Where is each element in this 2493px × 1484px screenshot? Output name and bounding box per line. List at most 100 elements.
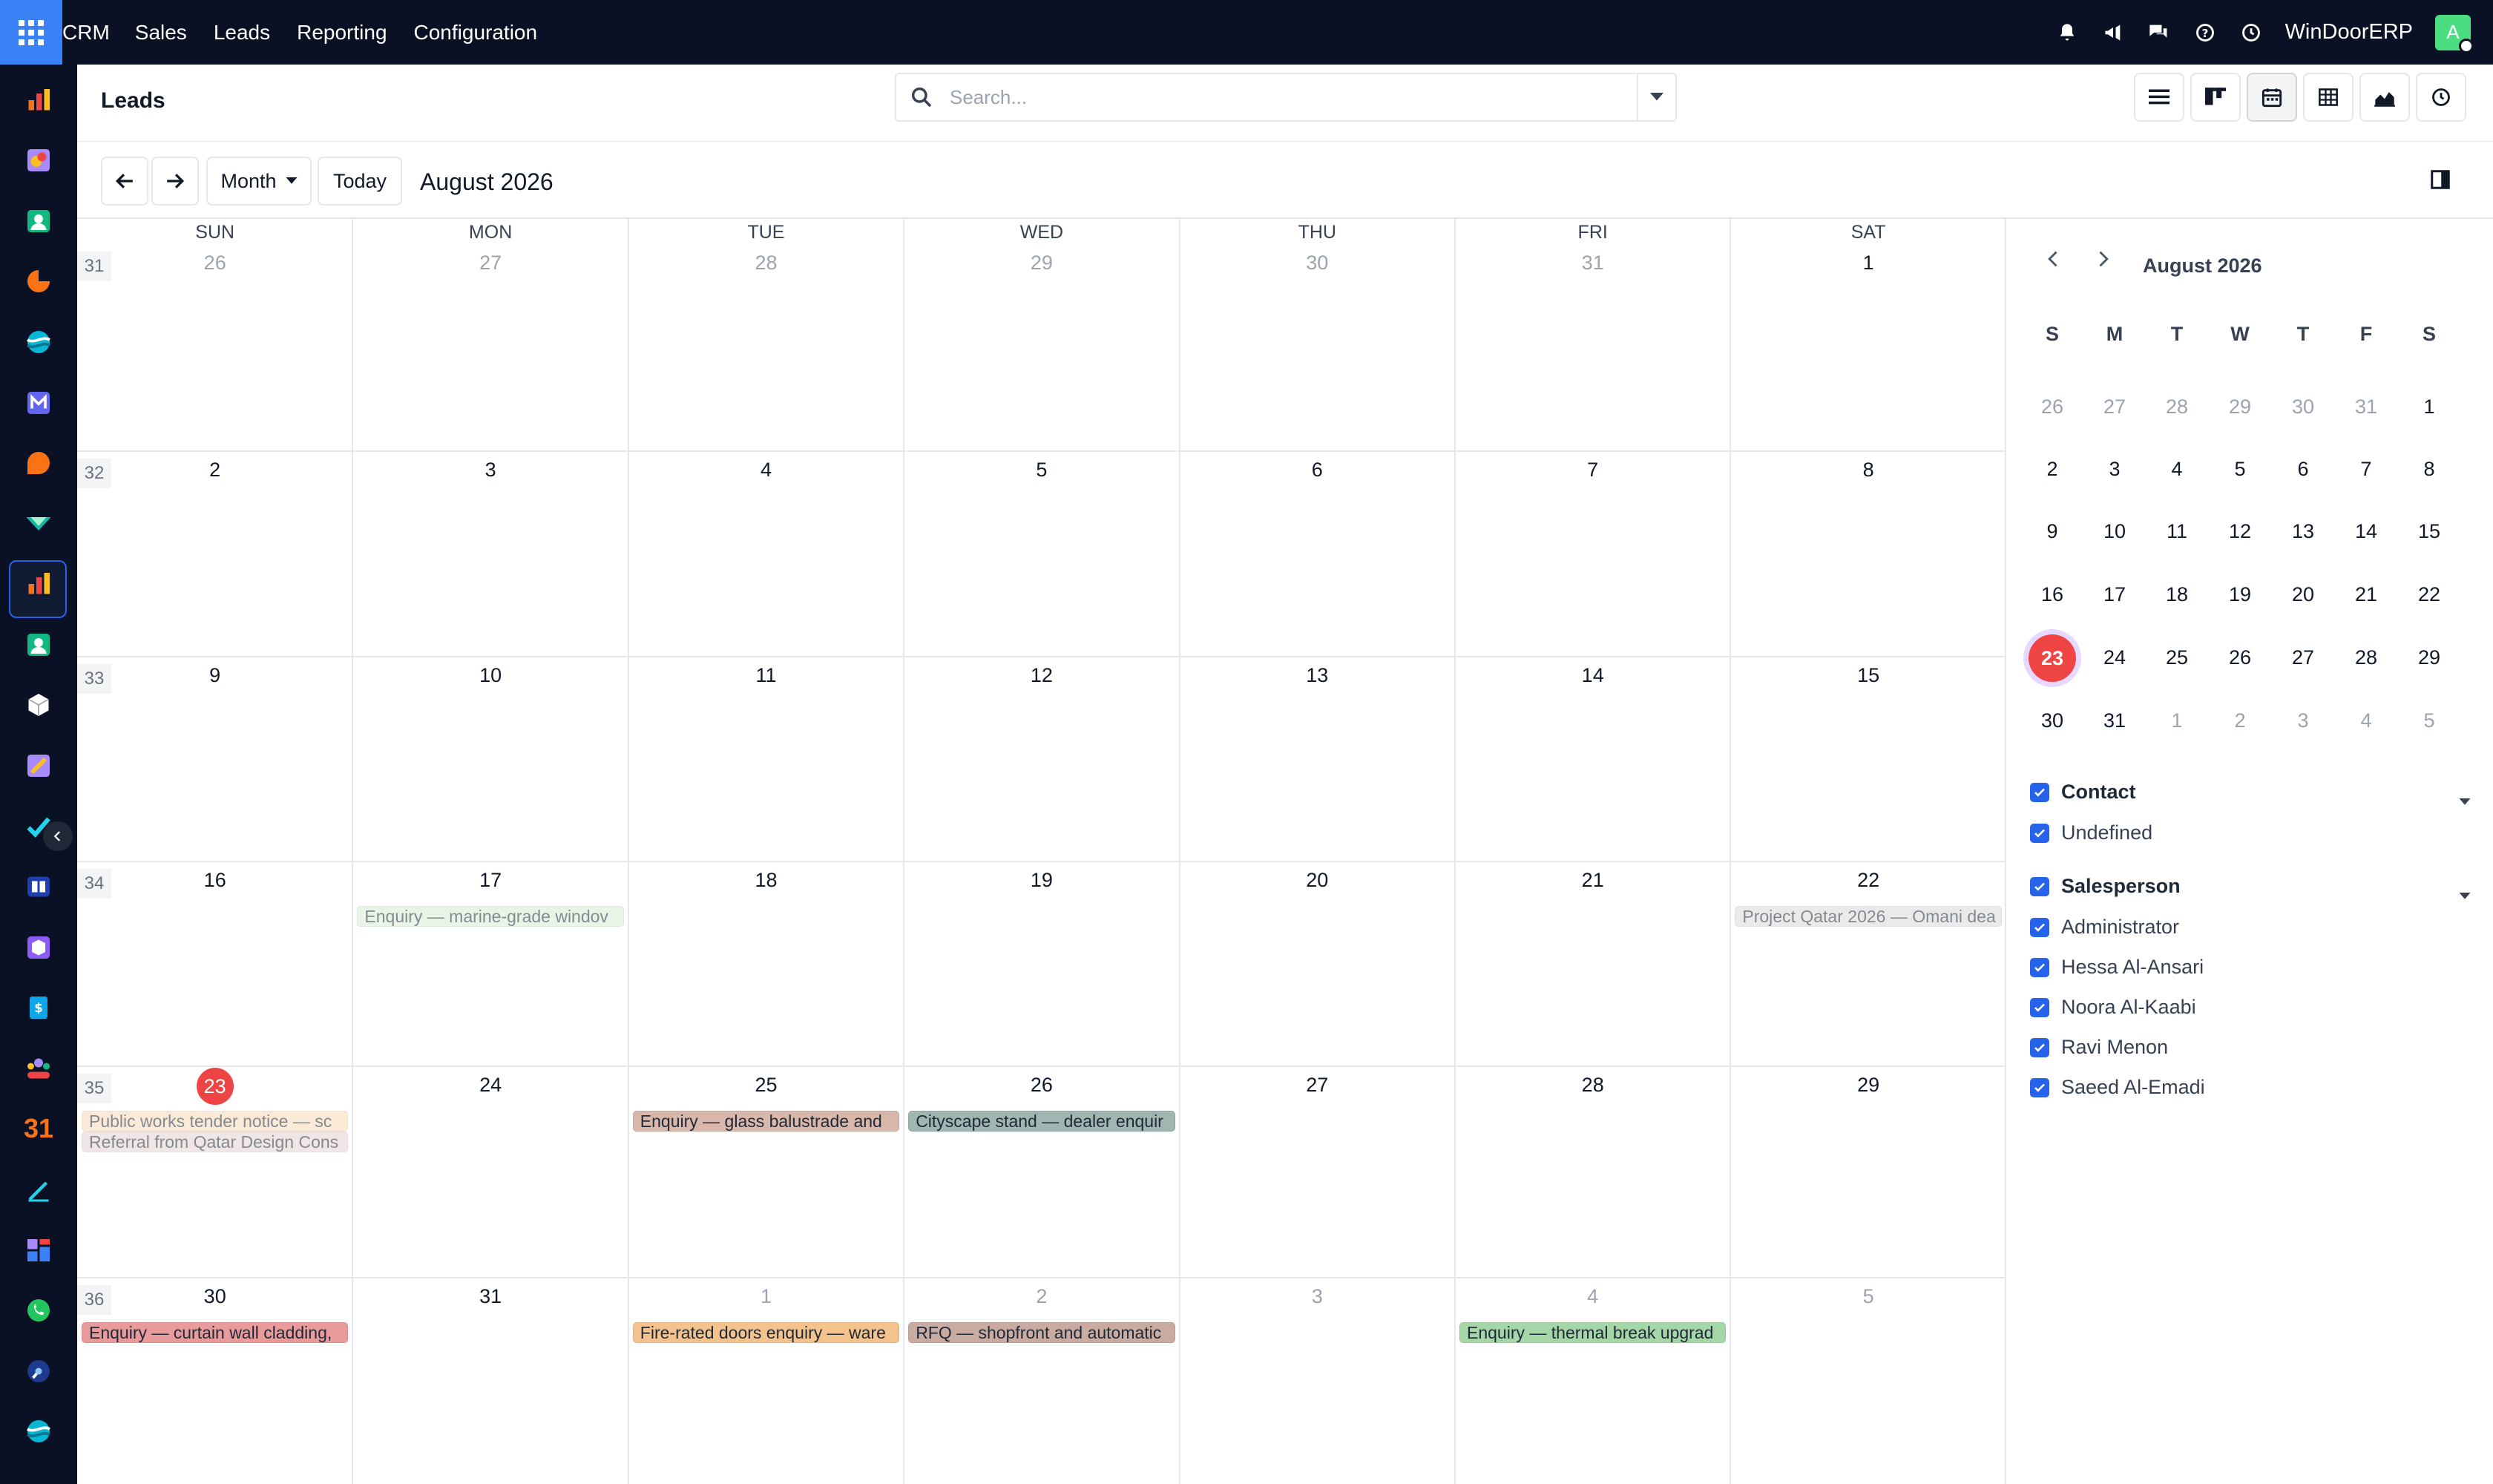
mini-day[interactable]: 4	[2155, 458, 2199, 481]
filter-item-salesperson[interactable]: Ravi Menon	[2030, 1036, 2168, 1059]
day-number[interactable]: 2	[904, 1285, 1179, 1308]
reporting-app-icon[interactable]	[22, 568, 55, 600]
helpdesk-app-icon[interactable]	[22, 1415, 55, 1448]
mini-day[interactable]: 25	[2155, 646, 2199, 669]
employees-app-icon[interactable]	[22, 628, 55, 661]
day-number[interactable]: 5	[904, 459, 1179, 482]
contacts-app-icon[interactable]	[22, 205, 55, 237]
mini-day[interactable]: 1	[2407, 395, 2451, 418]
search-options-toggle[interactable]	[1637, 74, 1675, 120]
day-number[interactable]: 10	[352, 664, 628, 687]
mini-day[interactable]: 30	[2030, 709, 2075, 732]
day-cell[interactable]: 31	[1455, 244, 1730, 451]
calendar-event[interactable]: Project Qatar 2026 — Omani dea	[1735, 906, 2002, 927]
megaphone-icon[interactable]	[2101, 21, 2125, 45]
mini-day[interactable]: 6	[2281, 458, 2325, 481]
day-number[interactable]: 12	[904, 664, 1179, 687]
day-number[interactable]: 17	[352, 869, 628, 892]
day-number[interactable]: 27	[352, 252, 628, 275]
day-cell[interactable]: 3	[1180, 1278, 1455, 1484]
day-cell[interactable]: 5	[1730, 1278, 2006, 1484]
mini-day[interactable]: 28	[2344, 646, 2388, 669]
day-cell[interactable]: 4	[628, 451, 904, 657]
mini-day[interactable]: 8	[2407, 458, 2451, 481]
pivot-view-button[interactable]	[2303, 73, 2354, 122]
day-cell[interactable]: 13	[1180, 657, 1455, 861]
filter-item-salesperson[interactable]: Administrator	[2030, 916, 2179, 939]
filter-group-contact[interactable]: Contact	[2030, 781, 2136, 804]
day-cell[interactable]: 1	[1730, 244, 2006, 451]
calendar-event[interactable]: Enquiry — glass balustrade and	[632, 1111, 900, 1132]
mini-day[interactable]: 13	[2281, 520, 2325, 543]
day-number[interactable]: 30	[77, 1285, 352, 1308]
day-number[interactable]: 26	[77, 252, 352, 275]
day-number[interactable]: 21	[1455, 869, 1730, 892]
day-number[interactable]: 14	[1455, 664, 1730, 687]
day-cell[interactable]: 15	[1730, 657, 2006, 861]
day-number[interactable]: 27	[1180, 1074, 1455, 1097]
day-cell[interactable]: 29	[904, 244, 1179, 451]
next-button[interactable]	[151, 157, 199, 206]
mini-day[interactable]: 2	[2218, 709, 2262, 732]
day-cell[interactable]: 12	[904, 657, 1179, 861]
search-input[interactable]	[950, 82, 1603, 113]
day-cell[interactable]: 5	[904, 451, 1179, 657]
mini-day[interactable]: 16	[2030, 583, 2075, 606]
filter-item-contact[interactable]: Undefined	[2030, 821, 2152, 844]
mini-next-button[interactable]	[2092, 249, 2113, 275]
mini-day[interactable]: 14	[2344, 520, 2388, 543]
today-day-number[interactable]: 23	[196, 1068, 234, 1105]
day-number[interactable]: 1	[1730, 252, 2006, 275]
mini-day[interactable]: 27	[2092, 395, 2137, 418]
day-cell[interactable]: 18	[628, 861, 904, 1066]
day-number[interactable]: 1	[628, 1285, 904, 1308]
calendar-event[interactable]: Enquiry — curtain wall cladding,	[82, 1322, 349, 1343]
bell-icon[interactable]	[2055, 21, 2079, 45]
mini-day[interactable]: 18	[2155, 583, 2199, 606]
user-avatar[interactable]: A	[2435, 14, 2474, 53]
day-cell[interactable]: 2	[77, 451, 352, 657]
mini-day[interactable]: 9	[2030, 520, 2075, 543]
whatsapp-app-icon[interactable]	[22, 1294, 55, 1327]
graph-view-button[interactable]	[2359, 73, 2410, 122]
mini-day[interactable]: 3	[2281, 709, 2325, 732]
sign-app-icon[interactable]	[22, 1173, 55, 1206]
day-cell[interactable]: 1	[628, 1278, 904, 1484]
mini-day[interactable]: 15	[2407, 520, 2451, 543]
day-cell[interactable]: 14	[1455, 657, 1730, 861]
day-number[interactable]: 15	[1730, 664, 2006, 687]
chat-app-icon[interactable]	[22, 447, 55, 479]
day-number[interactable]: 2	[77, 459, 352, 482]
day-cell[interactable]: 20	[1180, 861, 1455, 1066]
day-number[interactable]: 3	[1180, 1285, 1455, 1308]
day-number[interactable]: 22	[1730, 869, 2006, 892]
day-number[interactable]: 7	[1455, 459, 1730, 482]
calendar-event[interactable]: Referral from Qatar Design Cons	[82, 1132, 349, 1152]
day-number[interactable]: 30	[1180, 252, 1455, 275]
menu-leads[interactable]: Leads	[214, 21, 270, 45]
mini-day[interactable]: 4	[2344, 709, 2388, 732]
day-cell[interactable]: 26	[904, 1066, 1179, 1278]
day-number[interactable]: 20	[1180, 869, 1455, 892]
discuss-app-icon[interactable]	[22, 144, 55, 177]
day-number[interactable]: 28	[628, 252, 904, 275]
calendar-event[interactable]: Enquiry — marine-grade windov	[357, 906, 624, 927]
invoicing-app-icon[interactable]: $	[22, 991, 55, 1024]
mini-prev-button[interactable]	[2043, 249, 2064, 275]
design-app-icon[interactable]	[22, 749, 55, 782]
day-number[interactable]: 31	[1455, 252, 1730, 275]
day-cell[interactable]: 23	[77, 1066, 352, 1278]
day-number[interactable]: 4	[1455, 1285, 1730, 1308]
mini-day[interactable]: 20	[2281, 583, 2325, 606]
calendar-event[interactable]: Enquiry — thermal break upgrad	[1459, 1322, 1727, 1343]
menu-reporting[interactable]: Reporting	[297, 21, 387, 45]
day-cell[interactable]: 27	[352, 244, 628, 451]
mini-day[interactable]: 2	[2030, 458, 2075, 481]
planning-app-icon[interactable]	[22, 1355, 55, 1388]
scale-dropdown[interactable]: Month	[206, 157, 312, 206]
day-number[interactable]: 31	[352, 1285, 628, 1308]
day-number[interactable]: 26	[904, 1074, 1179, 1097]
company-name[interactable]: WinDoorERP	[2285, 20, 2413, 45]
spreadsheet-app-icon[interactable]	[22, 1234, 55, 1267]
mini-day[interactable]: 5	[2218, 458, 2262, 481]
